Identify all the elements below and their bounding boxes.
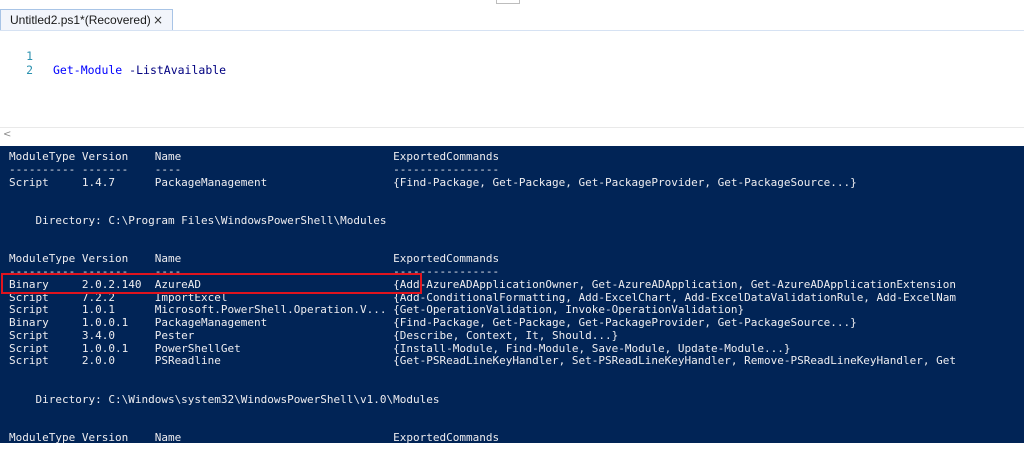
- console-line: Binary 1.0.0.1 PackageManagement {Find-P…: [9, 316, 857, 330]
- console-line: Script 1.0.0.1 PowerShellGet {Install-Mo…: [9, 341, 791, 355]
- editor-line: 2: [0, 49, 33, 77]
- tab-bar: Untitled2.ps1*(Recovered) ×: [0, 0, 1024, 31]
- console-line: Script 2.0.0 PSReadline {Get-PSReadLineK…: [9, 354, 957, 368]
- console-line: Script 1.4.7 PackageManagement {Find-Pac…: [9, 175, 857, 189]
- console-line: Script 1.0.1 Microsoft.PowerShell.Operat…: [9, 303, 745, 317]
- cmdlet-token: Get-Module: [53, 63, 123, 77]
- console-line: ---------- ------- ---- ----------------: [9, 162, 500, 176]
- tab-untitled2[interactable]: Untitled2.ps1*(Recovered) ×: [0, 9, 173, 30]
- line-number: 2: [26, 63, 33, 77]
- parameter-token: -ListAvailable: [122, 63, 227, 77]
- scroll-left-arrow-icon[interactable]: <: [3, 128, 11, 142]
- script-editor[interactable]: 1 Get-Module -ListAvailable 2: [0, 31, 1024, 127]
- tab-close-icon[interactable]: ×: [153, 13, 163, 27]
- toolbar-edge: [496, 0, 520, 4]
- console-pane[interactable]: ModuleType Version Name ExportedCommands…: [0, 146, 1024, 443]
- editor-line: 1 Get-Module -ListAvailable: [0, 35, 226, 77]
- console-line: ModuleType Version Name ExportedCommands: [9, 252, 500, 266]
- line-code: Get-Module -ListAvailable: [53, 63, 226, 77]
- console-line: Directory: C:\Windows\system32\WindowsPo…: [9, 392, 440, 406]
- tab-title: Untitled2.ps1*(Recovered): [10, 13, 151, 27]
- console-line: ModuleType Version Name ExportedCommands: [9, 431, 500, 443]
- console-line: Directory: C:\Program Files\WindowsPower…: [9, 213, 387, 227]
- editor-horizontal-scrollbar[interactable]: <: [0, 127, 1024, 142]
- console-line: ModuleType Version Name ExportedCommands: [9, 150, 500, 163]
- azuread-highlight-box: [1, 273, 422, 294]
- console-line: Script 3.4.0 Pester {Describe, Context, …: [9, 328, 619, 342]
